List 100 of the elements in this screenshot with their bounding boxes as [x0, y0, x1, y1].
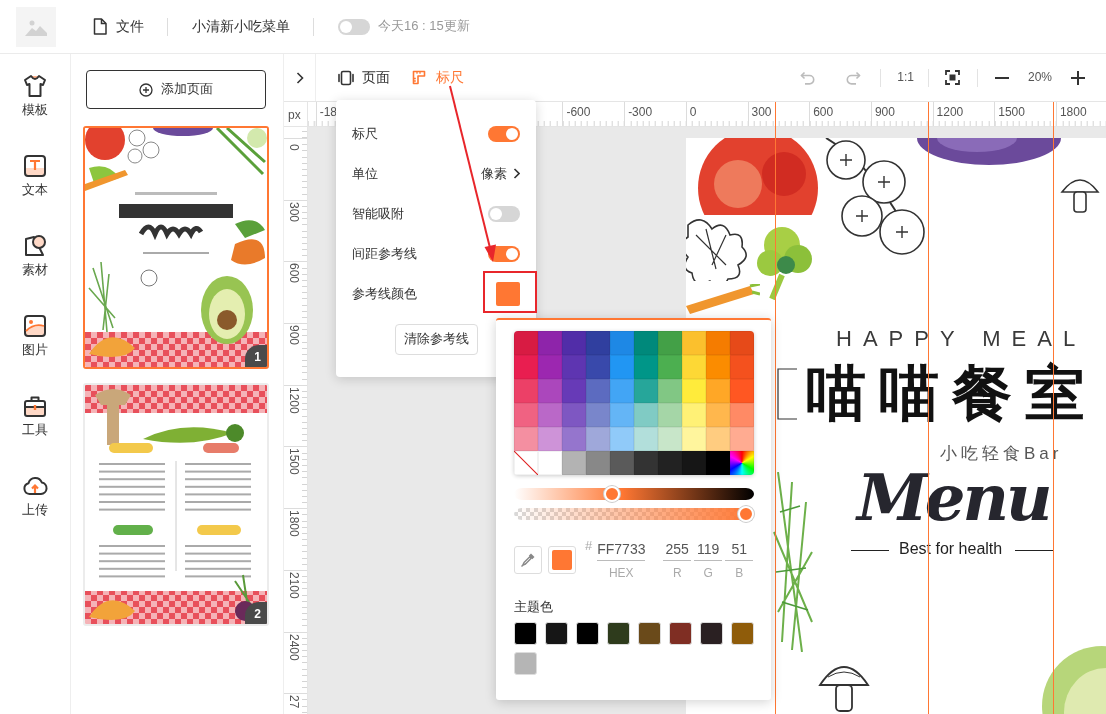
color-swatch[interactable] — [538, 379, 562, 403]
color-swatch[interactable] — [706, 331, 730, 355]
sidebar-item[interactable]: 工具 — [5, 393, 65, 473]
page-thumbnail[interactable]: 2 — [83, 383, 269, 626]
color-swatch[interactable] — [610, 331, 634, 355]
guide-line[interactable] — [928, 102, 929, 714]
color-swatch[interactable] — [514, 652, 537, 676]
page-thumbnail[interactable]: 1 — [83, 126, 269, 369]
color-swatch[interactable] — [634, 331, 658, 355]
color-swatch[interactable] — [634, 379, 658, 403]
color-swatch[interactable] — [514, 331, 538, 355]
color-swatch[interactable] — [634, 427, 658, 451]
color-swatch[interactable] — [562, 427, 586, 451]
color-swatch[interactable] — [730, 403, 754, 427]
slider-thumb[interactable] — [738, 506, 754, 522]
color-swatch[interactable] — [706, 427, 730, 451]
slider-thumb[interactable] — [603, 486, 620, 502]
add-page-button[interactable]: 添加页面 — [86, 70, 266, 109]
color-swatch[interactable] — [658, 451, 682, 475]
guide-line[interactable] — [775, 102, 776, 714]
sidebar-item[interactable]: 素材 — [5, 233, 65, 313]
clear-guides-button[interactable]: 清除参考线 — [394, 324, 478, 355]
color-swatch[interactable] — [730, 331, 754, 355]
color-swatch[interactable] — [496, 282, 520, 306]
color-swatch[interactable] — [682, 331, 706, 355]
zoom-in-button[interactable] — [1071, 70, 1085, 85]
color-swatch[interactable] — [610, 355, 634, 379]
color-swatch[interactable] — [658, 403, 682, 427]
color-swatch[interactable] — [607, 622, 630, 646]
toggle-switch[interactable] — [488, 126, 520, 142]
file-menu-button[interactable]: 文件 — [93, 17, 144, 36]
color-swatch[interactable] — [586, 331, 610, 355]
ruler-label: 0 — [689, 105, 697, 119]
color-swatch[interactable] — [658, 355, 682, 379]
color-swatch[interactable] — [658, 427, 682, 451]
color-swatch[interactable] — [514, 355, 538, 379]
document-title[interactable]: 小清新小吃菜单 — [192, 17, 290, 36]
color-swatch[interactable] — [586, 355, 610, 379]
color-swatch[interactable] — [706, 403, 730, 427]
color-swatch[interactable] — [538, 451, 562, 475]
color-swatch[interactable] — [682, 355, 706, 379]
ruler-icon — [412, 69, 428, 86]
sidebar-item[interactable]: 文本 — [5, 153, 65, 233]
color-swatch[interactable] — [730, 379, 754, 403]
color-swatch[interactable] — [545, 622, 568, 646]
color-swatch[interactable] — [586, 427, 610, 451]
unit-select[interactable]: 像素 — [481, 165, 520, 183]
color-swatch[interactable] — [638, 622, 661, 646]
color-swatch[interactable] — [706, 451, 730, 475]
color-swatch[interactable] — [706, 355, 730, 379]
color-swatch[interactable] — [634, 403, 658, 427]
toggle-switch[interactable] — [488, 206, 520, 222]
color-swatch[interactable] — [538, 331, 562, 355]
sidebar-item[interactable]: 模板 — [5, 73, 65, 153]
sidebar-item[interactable]: 上传 — [5, 473, 65, 553]
toolbar-tab[interactable]: 页面 — [338, 68, 390, 87]
color-swatch[interactable] — [658, 331, 682, 355]
color-swatch[interactable] — [634, 451, 658, 475]
color-swatch[interactable] — [706, 379, 730, 403]
no-color-swatch[interactable] — [514, 451, 538, 475]
color-swatch[interactable] — [514, 379, 538, 403]
fit-screen-button[interactable] — [944, 70, 960, 85]
spectrum-swatch[interactable] — [730, 451, 754, 475]
color-swatch[interactable] — [682, 451, 706, 475]
color-swatch[interactable] — [562, 355, 586, 379]
color-swatch[interactable] — [562, 331, 586, 355]
color-swatch[interactable] — [576, 622, 599, 646]
color-swatch[interactable] — [730, 427, 754, 451]
color-swatch[interactable] — [586, 451, 610, 475]
color-swatch[interactable] — [610, 451, 634, 475]
opacity-slider[interactable] — [514, 506, 754, 522]
color-swatch[interactable] — [610, 379, 634, 403]
sidebar-item[interactable]: 图片 — [5, 313, 65, 393]
color-swatch[interactable] — [634, 355, 658, 379]
color-swatch[interactable] — [730, 355, 754, 379]
eyedropper-button[interactable] — [514, 546, 542, 574]
color-swatch[interactable] — [514, 622, 537, 646]
color-swatch[interactable] — [610, 403, 634, 427]
color-swatch[interactable] — [562, 451, 586, 475]
color-swatch[interactable] — [682, 403, 706, 427]
color-swatch[interactable] — [682, 379, 706, 403]
color-swatch[interactable] — [514, 427, 538, 451]
color-swatch[interactable] — [562, 379, 586, 403]
autosave-toggle[interactable] — [338, 18, 370, 35]
color-swatch[interactable] — [682, 427, 706, 451]
color-swatch[interactable] — [538, 355, 562, 379]
color-swatch[interactable] — [731, 622, 754, 646]
color-swatch[interactable] — [669, 622, 692, 646]
color-swatch[interactable] — [586, 379, 610, 403]
color-swatch[interactable] — [514, 403, 538, 427]
color-swatch[interactable] — [586, 403, 610, 427]
shade-slider[interactable] — [514, 486, 754, 502]
color-swatch[interactable] — [538, 403, 562, 427]
color-swatch[interactable] — [562, 403, 586, 427]
color-swatch[interactable] — [658, 379, 682, 403]
color-swatch[interactable] — [610, 427, 634, 451]
actual-size-button[interactable]: 1:1 — [897, 69, 914, 86]
guide-line[interactable] — [1053, 102, 1054, 714]
color-swatch[interactable] — [700, 622, 723, 646]
color-swatch[interactable] — [538, 427, 562, 451]
